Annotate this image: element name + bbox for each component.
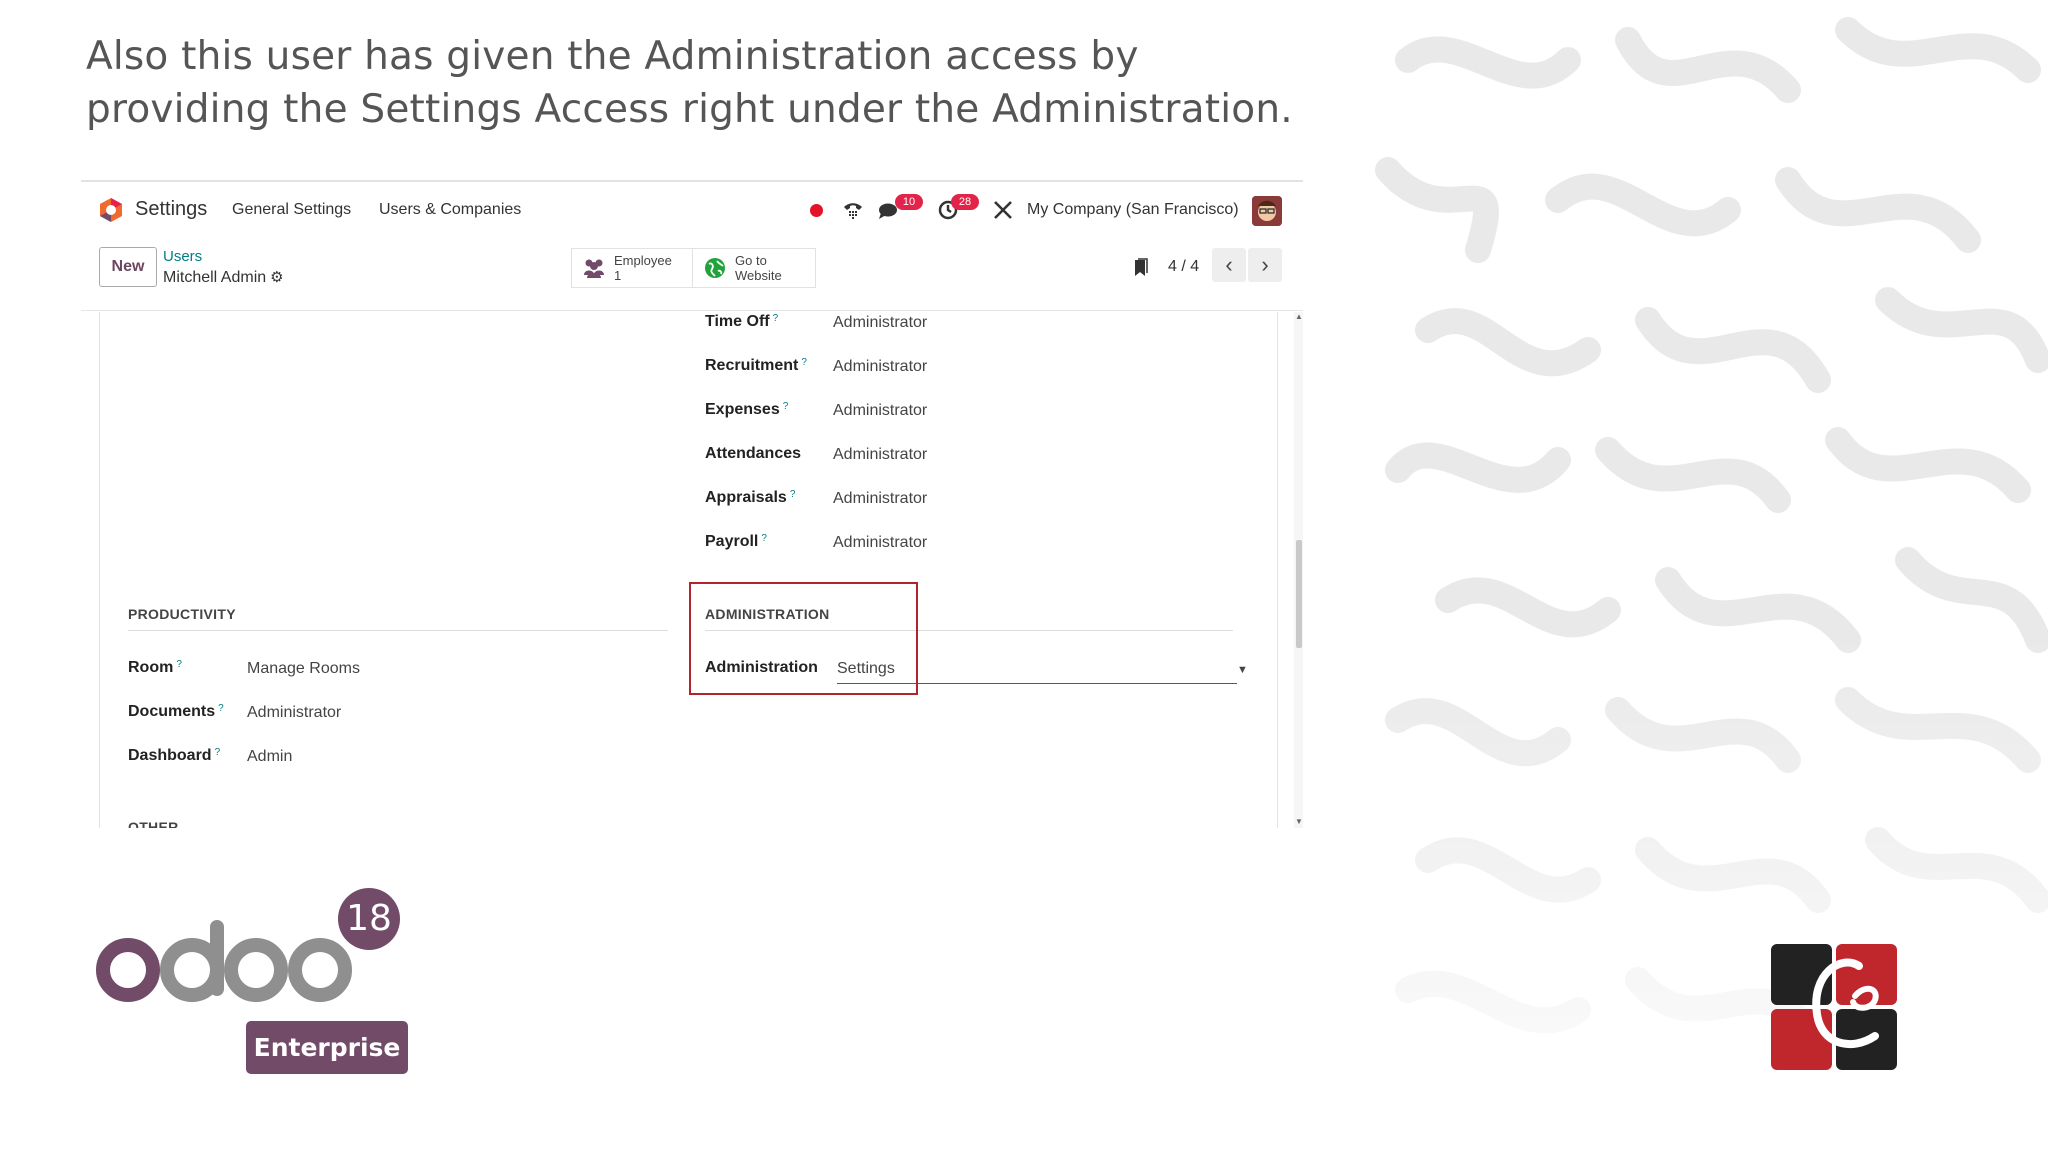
help-icon[interactable]: ?	[761, 533, 767, 544]
field-label: Time Off	[705, 313, 770, 330]
new-button[interactable]: New	[99, 247, 157, 287]
field-label: Payroll	[705, 533, 759, 550]
field-value[interactable]: Administrator	[833, 314, 927, 332]
field-label: Dashboard	[128, 747, 212, 764]
slide-headline: Also this user has given the Administrat…	[86, 34, 1293, 132]
globe-icon	[705, 258, 725, 278]
enterprise-badge: Enterprise	[246, 1021, 408, 1074]
vertical-scrollbar[interactable]: ▲ ▼	[1294, 312, 1303, 828]
menu-general-settings[interactable]: General Settings	[232, 201, 351, 219]
control-panel: New Users Mitchell Admin ⚙ Employee 1 Go …	[81, 238, 1303, 311]
user-avatar[interactable]	[1252, 196, 1282, 226]
section-title-other: OTHER	[128, 819, 179, 828]
users-icon	[584, 259, 604, 278]
scroll-up-icon[interactable]: ▲	[1295, 312, 1303, 321]
field-label: Expenses	[705, 401, 780, 418]
section-title-productivity: PRODUCTIVITY	[128, 606, 668, 631]
gear-icon[interactable]: ⚙	[270, 268, 283, 286]
company-logo	[1771, 944, 1897, 1070]
phone-icon[interactable]	[841, 198, 865, 222]
breadcrumb-current: Mitchell Admin ⚙	[163, 268, 284, 287]
field-label: Room	[128, 659, 174, 676]
pager-next-button[interactable]: ›	[1248, 248, 1282, 282]
employee-smart-button[interactable]: Employee 1	[571, 248, 693, 288]
settings-app-icon[interactable]	[98, 197, 124, 223]
field-label: Appraisals	[705, 489, 787, 506]
pattern-fade	[1368, 0, 2048, 1152]
field-value[interactable]: Administrator	[833, 490, 927, 508]
help-icon[interactable]: ?	[218, 703, 224, 714]
field-label: Documents	[128, 703, 216, 720]
field-value[interactable]: Admin	[247, 748, 292, 766]
field-value[interactable]: Administrator	[833, 534, 927, 552]
field-value[interactable]: Administrator	[833, 358, 927, 376]
company-switcher[interactable]: My Company (San Francisco)	[1027, 201, 1239, 219]
help-icon[interactable]: ?	[176, 659, 182, 670]
field-label: Recruitment	[705, 357, 799, 374]
field-value[interactable]: Administrator	[247, 704, 341, 722]
chevron-right-icon: ›	[1261, 252, 1269, 277]
recording-indicator-icon[interactable]	[810, 204, 823, 217]
help-icon[interactable]: ?	[801, 357, 807, 368]
field-value[interactable]: Administrator	[833, 402, 927, 420]
go-to-website-button[interactable]: Go to Website	[692, 248, 816, 288]
record-name: Mitchell Admin	[163, 269, 267, 286]
activity-badge: 28	[951, 194, 979, 210]
help-icon[interactable]: ?	[215, 747, 221, 758]
odoo-logo	[96, 920, 352, 1002]
website-line1: Go to	[735, 253, 767, 268]
help-icon[interactable]: ?	[773, 313, 779, 324]
caret-down-icon[interactable]: ▼	[1237, 664, 1248, 676]
breadcrumb-users[interactable]: Users	[163, 248, 202, 265]
field-value[interactable]: Manage Rooms	[247, 660, 360, 678]
pager-previous-button[interactable]: ‹	[1212, 248, 1246, 282]
pager-value[interactable]: 4 / 4	[1168, 258, 1199, 276]
chevron-left-icon: ‹	[1225, 252, 1233, 277]
chat-badge: 10	[895, 194, 923, 210]
scroll-thumb[interactable]	[1296, 540, 1302, 648]
background-pattern	[1368, 0, 2048, 1152]
help-icon[interactable]: ?	[790, 489, 796, 500]
field-value[interactable]: Administrator	[833, 446, 927, 464]
highlight-box	[689, 582, 918, 695]
employee-label: Employee	[614, 253, 672, 268]
employee-count: 1	[614, 268, 622, 283]
bookmark-icon[interactable]	[1133, 258, 1149, 278]
version-badge: 18	[338, 888, 400, 950]
menu-users-companies[interactable]: Users & Companies	[379, 201, 521, 219]
top-navbar: Settings General Settings Users & Compan…	[81, 182, 1303, 238]
odoo-app-window: Settings General Settings Users & Compan…	[81, 180, 1303, 828]
field-label: Attendances	[705, 445, 802, 462]
scroll-down-icon[interactable]: ▼	[1295, 817, 1303, 826]
website-line2: Website	[735, 268, 782, 283]
tools-icon[interactable]	[991, 198, 1015, 222]
help-icon[interactable]: ?	[783, 401, 789, 412]
app-name[interactable]: Settings	[135, 198, 207, 221]
avatar-face-icon	[1252, 196, 1282, 226]
